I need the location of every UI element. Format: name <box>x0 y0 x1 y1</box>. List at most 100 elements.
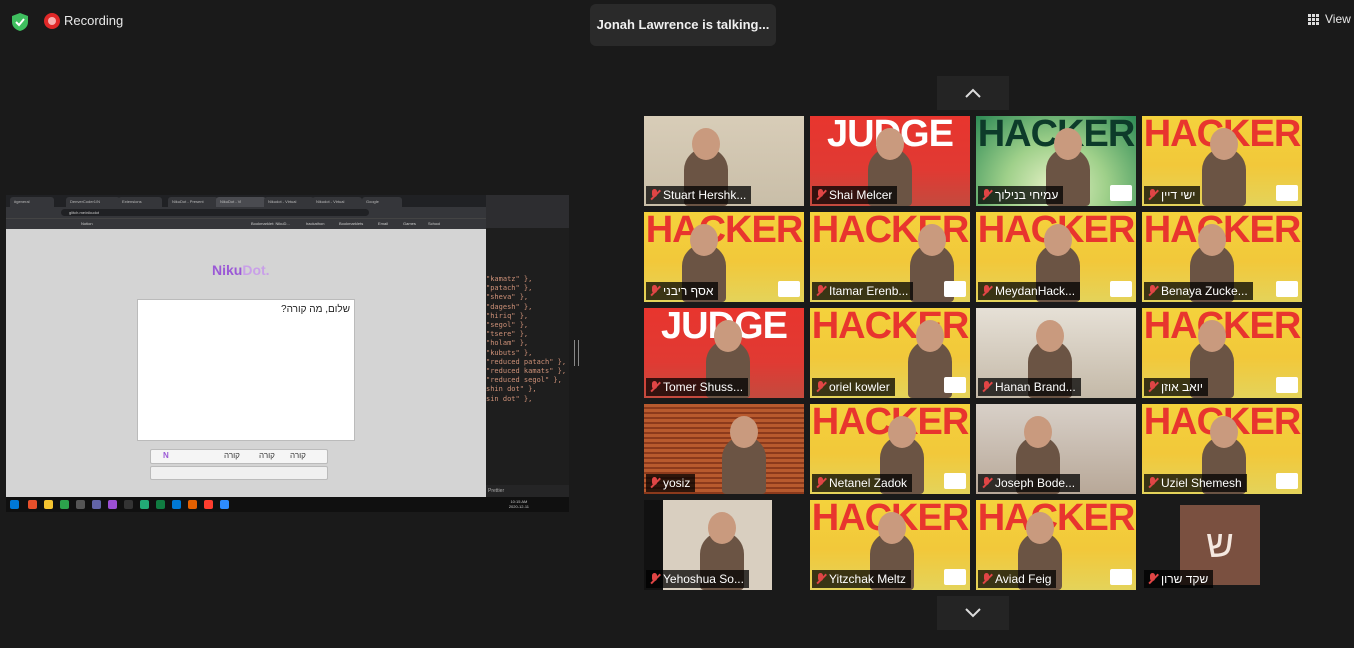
participant-name: אסף ריבני <box>663 284 714 298</box>
nikud-option[interactable]: קורה <box>224 451 240 460</box>
nikud-option[interactable]: קורה <box>290 451 306 460</box>
bookmark[interactable]: Games <box>403 221 416 226</box>
browser-tab[interactable]: Extensions <box>118 197 162 207</box>
participant-tile[interactable]: JUDGETomer Shuss... <box>644 308 804 398</box>
participant-tile[interactable]: HACKERBenaya Zucke... <box>1142 212 1302 302</box>
participant-name-label: שקד שרון <box>1144 570 1214 588</box>
browser-tab[interactable]: NikuDot - Present <box>168 197 218 207</box>
participant-name: Hanan Brand... <box>995 380 1076 394</box>
participant-name: Yehoshua So... <box>663 572 744 586</box>
browser-tab[interactable]: DenverCoder1/N <box>66 197 120 207</box>
participant-tile[interactable]: Hanan Brand... <box>976 308 1136 398</box>
record-icon[interactable] <box>44 13 60 29</box>
nikud-marks-toolbar[interactable] <box>150 466 328 480</box>
event-logo-badge <box>1110 185 1132 201</box>
event-logo-badge <box>944 377 966 393</box>
participant-video <box>722 416 766 494</box>
bookmark[interactable]: hackathon <box>306 221 324 226</box>
participant-tile[interactable]: HACKER oriel kowler <box>810 308 970 398</box>
participant-name-label: oriel kowler <box>812 378 895 396</box>
participant-name: Stuart Hershk... <box>663 188 747 202</box>
taskbar-clock[interactable]: 10:15 AM 2020-12-11 <box>509 499 529 509</box>
participant-name: MeydanHack... <box>995 284 1076 298</box>
muted-mic-icon <box>981 573 992 585</box>
participant-tile[interactable]: Stuart Hershk... <box>644 116 804 206</box>
participant-tile[interactable]: HACKERעמיחי בנילוך <box>976 116 1136 206</box>
muted-mic-icon <box>1147 381 1158 393</box>
participant-tile[interactable]: HACKERMeydanHack... <box>976 212 1136 302</box>
virtual-background-text: HACKER <box>977 500 1136 539</box>
participant-name: Itamar Erenb... <box>829 284 909 298</box>
split-handle[interactable] <box>574 340 579 366</box>
recording-label[interactable]: Recording <box>64 13 123 28</box>
participant-tile[interactable]: HACKERישי דיין <box>1142 116 1302 206</box>
shared-screen[interactable]: #general DenverCoder1/N Extensions NikuD… <box>6 195 569 512</box>
zoom-icon[interactable] <box>220 500 229 509</box>
windows-start-icon[interactable] <box>10 500 19 509</box>
app-icon[interactable] <box>60 500 69 509</box>
gallery-prev-button[interactable] <box>937 76 1009 110</box>
app-icon[interactable] <box>92 500 101 509</box>
participant-tile[interactable]: yosiz <box>644 404 804 494</box>
event-logo-badge <box>778 281 800 297</box>
vscode-icon[interactable] <box>172 500 181 509</box>
bookmark[interactable]: School <box>428 221 440 226</box>
event-logo-badge <box>944 473 966 489</box>
browser-tab[interactable]: Nikudot - Virtual <box>264 197 314 207</box>
app-icon[interactable] <box>204 500 213 509</box>
editor-text[interactable]: שלום, מה קורה? <box>281 304 350 315</box>
participant-tile[interactable]: HACKERNetanel Zadok <box>810 404 970 494</box>
shield-check-icon[interactable] <box>12 13 28 31</box>
folder-icon[interactable] <box>44 500 53 509</box>
firefox-icon[interactable] <box>188 500 197 509</box>
browser-tab[interactable]: Google <box>362 197 402 207</box>
participant-tile[interactable]: Yehoshua So... <box>644 500 804 590</box>
app-icon[interactable] <box>124 500 133 509</box>
windows-taskbar: 10:15 AM 2020-12-11 <box>6 497 569 512</box>
bookmark[interactable]: Email <box>378 221 388 226</box>
muted-mic-icon <box>981 381 992 393</box>
browser-tab[interactable]: #general <box>10 197 54 207</box>
brave-icon[interactable] <box>28 500 37 509</box>
participant-name-label: ישי דיין <box>1144 186 1201 204</box>
app-icon[interactable] <box>76 500 85 509</box>
muted-mic-icon <box>649 381 660 393</box>
app-icon[interactable] <box>108 500 117 509</box>
gallery-next-button[interactable] <box>937 596 1009 630</box>
chevron-down-icon <box>965 608 981 618</box>
view-button[interactable]: View <box>1308 12 1351 26</box>
participant-tile[interactable]: JUDGEShai Melcer <box>810 116 970 206</box>
participant-tile[interactable]: HACKERיואב אוזן <box>1142 308 1302 398</box>
muted-mic-icon <box>649 189 660 201</box>
muted-mic-icon <box>649 573 660 585</box>
participant-name-label: Yitzchak Meltz <box>812 570 911 588</box>
participant-tile[interactable]: ש שקד שרון <box>1142 500 1302 590</box>
browser-tab-active[interactable]: NikuDot - Vi <box>216 197 266 207</box>
participant-tile[interactable]: HACKERYitzchak Meltz <box>810 500 970 590</box>
bookmark[interactable]: Notion <box>81 221 93 226</box>
participant-tile[interactable]: HACKERUziel Shemesh <box>1142 404 1302 494</box>
participant-tile[interactable]: HACKER Aviad Feig <box>976 500 1136 590</box>
excel-icon[interactable] <box>156 500 165 509</box>
nikud-toolbar[interactable]: N קורה קורה קורה <box>150 449 328 464</box>
bookmark[interactable]: Bookmarklets <box>339 221 363 226</box>
app-logo: NikuDot. <box>212 262 270 278</box>
participant-name-label: yosiz <box>646 474 696 492</box>
participant-tile[interactable]: HACKER Itamar Erenb... <box>810 212 970 302</box>
code-editor-titlebar <box>486 195 569 228</box>
muted-mic-icon <box>649 477 660 489</box>
text-editor[interactable]: שלום, מה קורה? <box>137 299 355 441</box>
event-logo-badge <box>1276 281 1298 297</box>
muted-mic-icon <box>1147 189 1158 201</box>
event-logo-badge <box>1276 377 1298 393</box>
muted-mic-icon <box>815 381 826 393</box>
participant-tile[interactable]: Joseph Bode... <box>976 404 1136 494</box>
participant-name-label: Joseph Bode... <box>978 474 1081 492</box>
address-bar[interactable]: glitch.me/nikudot <box>61 209 369 216</box>
participant-name: שקד שרון <box>1161 572 1209 586</box>
bookmark[interactable]: Bookmarklet: NikuD... <box>251 221 290 226</box>
app-icon[interactable] <box>140 500 149 509</box>
browser-tab[interactable]: Nikudot - Virtual <box>312 197 362 207</box>
participant-tile[interactable]: HACKER אסף ריבני <box>644 212 804 302</box>
nikud-option[interactable]: קורה <box>259 451 275 460</box>
